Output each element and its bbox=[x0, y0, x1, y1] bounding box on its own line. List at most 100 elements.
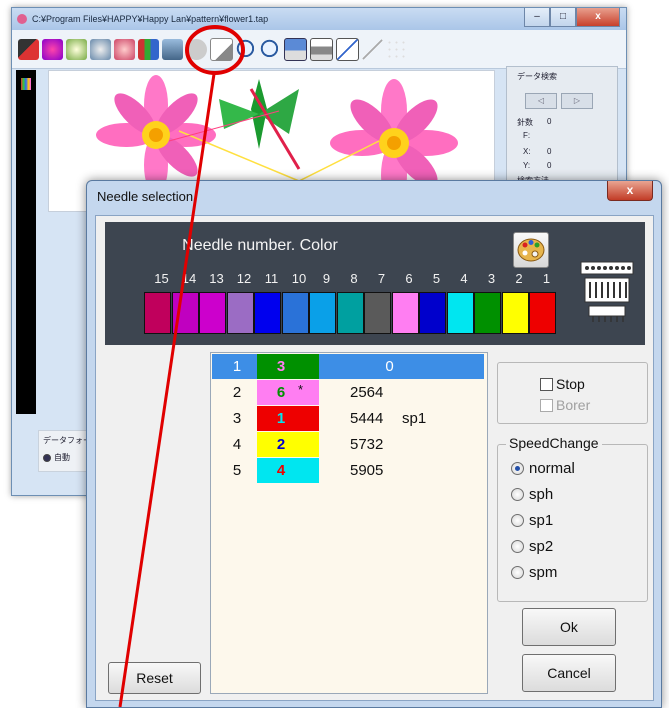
tool-disabled-icon bbox=[186, 38, 207, 60]
speed-option-sph[interactable]: sph bbox=[511, 486, 553, 503]
row-count: 5905 bbox=[350, 462, 384, 479]
grid-tool-icon[interactable] bbox=[386, 38, 407, 60]
cancel-button[interactable]: Cancel bbox=[522, 654, 616, 692]
needle-color-swatch[interactable] bbox=[171, 292, 199, 334]
row-count: 5444 bbox=[350, 410, 384, 427]
needle-number: 7 bbox=[377, 271, 386, 286]
row-mark: * bbox=[298, 382, 304, 397]
tool-document-icon[interactable] bbox=[210, 37, 233, 61]
radio-button-icon bbox=[511, 514, 524, 527]
needle-color-swatch[interactable] bbox=[391, 292, 419, 334]
needle-selection-dialog: Needle selection x Needle number. Color … bbox=[86, 180, 662, 708]
needle-color-swatch[interactable] bbox=[336, 292, 364, 334]
search-next-button[interactable]: ▷ bbox=[561, 93, 593, 109]
speed-option-label: normal bbox=[529, 460, 575, 477]
needle-color-swatch[interactable] bbox=[529, 292, 556, 334]
ok-button[interactable]: Ok bbox=[522, 608, 616, 646]
palette-strip-icon bbox=[21, 78, 31, 90]
speed-option-label: sp1 bbox=[529, 512, 554, 529]
needle-number: 4 bbox=[460, 271, 468, 286]
needle-number: 15 bbox=[154, 271, 169, 286]
dialog-body: Needle number. Color 15 14 13 12 11 10 9… bbox=[95, 215, 654, 701]
needle-color-swatch[interactable] bbox=[254, 292, 281, 334]
row-needle-number: 4 bbox=[276, 462, 286, 479]
needle-number: 5 bbox=[432, 271, 441, 286]
needle-color-swatch[interactable] bbox=[501, 292, 529, 334]
needle-number: 6 bbox=[405, 271, 413, 286]
needle-color-swatch[interactable] bbox=[309, 292, 336, 334]
needle-number: 9 bbox=[322, 271, 331, 286]
row-index: 5 bbox=[232, 462, 242, 479]
x-value: 0 bbox=[547, 147, 552, 156]
tool-machine-icon[interactable] bbox=[90, 38, 111, 60]
maximize-button[interactable]: □ bbox=[550, 8, 576, 27]
list-item[interactable]: 1 3 0 bbox=[212, 354, 484, 379]
needle-number: 1 bbox=[542, 271, 551, 286]
radio-dot-icon bbox=[43, 453, 51, 462]
embroidery-machine-icon bbox=[580, 261, 634, 322]
search-prev-button[interactable]: ◁ bbox=[525, 93, 557, 109]
list-item[interactable]: 2 6 * 2564 bbox=[212, 380, 484, 405]
row-index: 3 bbox=[232, 410, 242, 427]
data-format-auto-label: 自動 bbox=[54, 453, 70, 462]
background-toolbar bbox=[12, 30, 626, 69]
tool-thread-icon[interactable] bbox=[66, 38, 87, 60]
needle-color-panel: Needle number. Color 15 14 13 12 11 10 9… bbox=[105, 222, 645, 345]
speed-option-spm[interactable]: spm bbox=[511, 564, 557, 581]
row-speed: sp1 bbox=[402, 410, 427, 427]
tool-pattern-icon[interactable] bbox=[42, 38, 63, 60]
palette-button[interactable] bbox=[513, 232, 549, 268]
speed-change-title: SpeedChange bbox=[506, 435, 602, 451]
x-label: X: bbox=[523, 147, 531, 156]
needle-color-swatch[interactable] bbox=[446, 292, 474, 334]
data-search-heading: データ検索 bbox=[517, 72, 557, 81]
tool-design-icon[interactable] bbox=[18, 38, 39, 60]
list-item[interactable]: 5 4 5905 bbox=[212, 458, 484, 483]
print-icon[interactable] bbox=[310, 37, 333, 61]
row-index: 4 bbox=[232, 436, 242, 453]
y-value: 0 bbox=[547, 161, 552, 170]
speed-option-sp1[interactable]: sp1 bbox=[511, 512, 553, 529]
background-window-title: C:¥Program Files¥HAPPY¥Happy Lan¥pattern… bbox=[32, 14, 269, 24]
speed-option-label: spm bbox=[529, 564, 558, 581]
needle-selection-tool-icon[interactable] bbox=[162, 38, 183, 60]
needle-color-swatch[interactable] bbox=[281, 292, 309, 334]
minimize-button[interactable]: – bbox=[524, 8, 550, 27]
needle-number: 2 bbox=[515, 271, 523, 286]
dotted-line-tool-icon[interactable] bbox=[362, 38, 383, 60]
line-tool-icon[interactable] bbox=[336, 37, 359, 61]
window-controls: – □ x bbox=[524, 8, 620, 27]
needle-color-swatch[interactable] bbox=[419, 292, 446, 334]
needle-color-swatch[interactable] bbox=[474, 292, 501, 334]
needle-color-swatch[interactable] bbox=[364, 292, 391, 334]
background-title-bar: C:¥Program Files¥HAPPY¥Happy Lan¥pattern… bbox=[12, 8, 626, 30]
speed-option-sp2[interactable]: sp2 bbox=[511, 538, 553, 555]
row-needle-number: 1 bbox=[276, 410, 286, 427]
borer-checkbox: Borer bbox=[540, 397, 590, 413]
needle-color-swatch[interactable] bbox=[144, 292, 171, 334]
list-item[interactable]: 3 1 5444 sp1 bbox=[212, 406, 484, 431]
palette-icon bbox=[517, 238, 545, 262]
list-item[interactable]: 4 2 5732 bbox=[212, 432, 484, 457]
stop-label: Stop bbox=[556, 376, 585, 392]
radio-button-icon bbox=[511, 462, 524, 475]
tool-needle-icon[interactable] bbox=[138, 38, 159, 60]
row-needle-number: 6 bbox=[276, 384, 286, 401]
needle-color-swatch[interactable] bbox=[199, 292, 226, 334]
needle-sequence-list[interactable]: 1 3 0 2 6 * 2564 3 1 5444 sp1 4 2 5732 5… bbox=[210, 352, 488, 694]
radio-button-icon bbox=[511, 566, 524, 579]
save-icon[interactable] bbox=[284, 37, 307, 61]
needle-color-swatch[interactable] bbox=[226, 292, 254, 334]
needle-number: 14 bbox=[181, 271, 197, 286]
dialog-close-button[interactable]: x bbox=[607, 181, 653, 201]
zoom-out-icon[interactable] bbox=[260, 38, 281, 60]
stop-borer-group bbox=[497, 362, 648, 424]
zoom-in-icon[interactable] bbox=[236, 38, 257, 60]
stop-checkbox[interactable]: Stop bbox=[540, 376, 585, 392]
reset-button[interactable]: Reset bbox=[108, 662, 201, 694]
close-window-button[interactable]: x bbox=[576, 8, 620, 27]
speed-option-normal[interactable]: normal bbox=[511, 460, 575, 477]
dialog-title: Needle selection bbox=[97, 189, 194, 204]
tool-frame-icon[interactable] bbox=[114, 38, 135, 60]
needle-number: 10 bbox=[291, 271, 307, 286]
